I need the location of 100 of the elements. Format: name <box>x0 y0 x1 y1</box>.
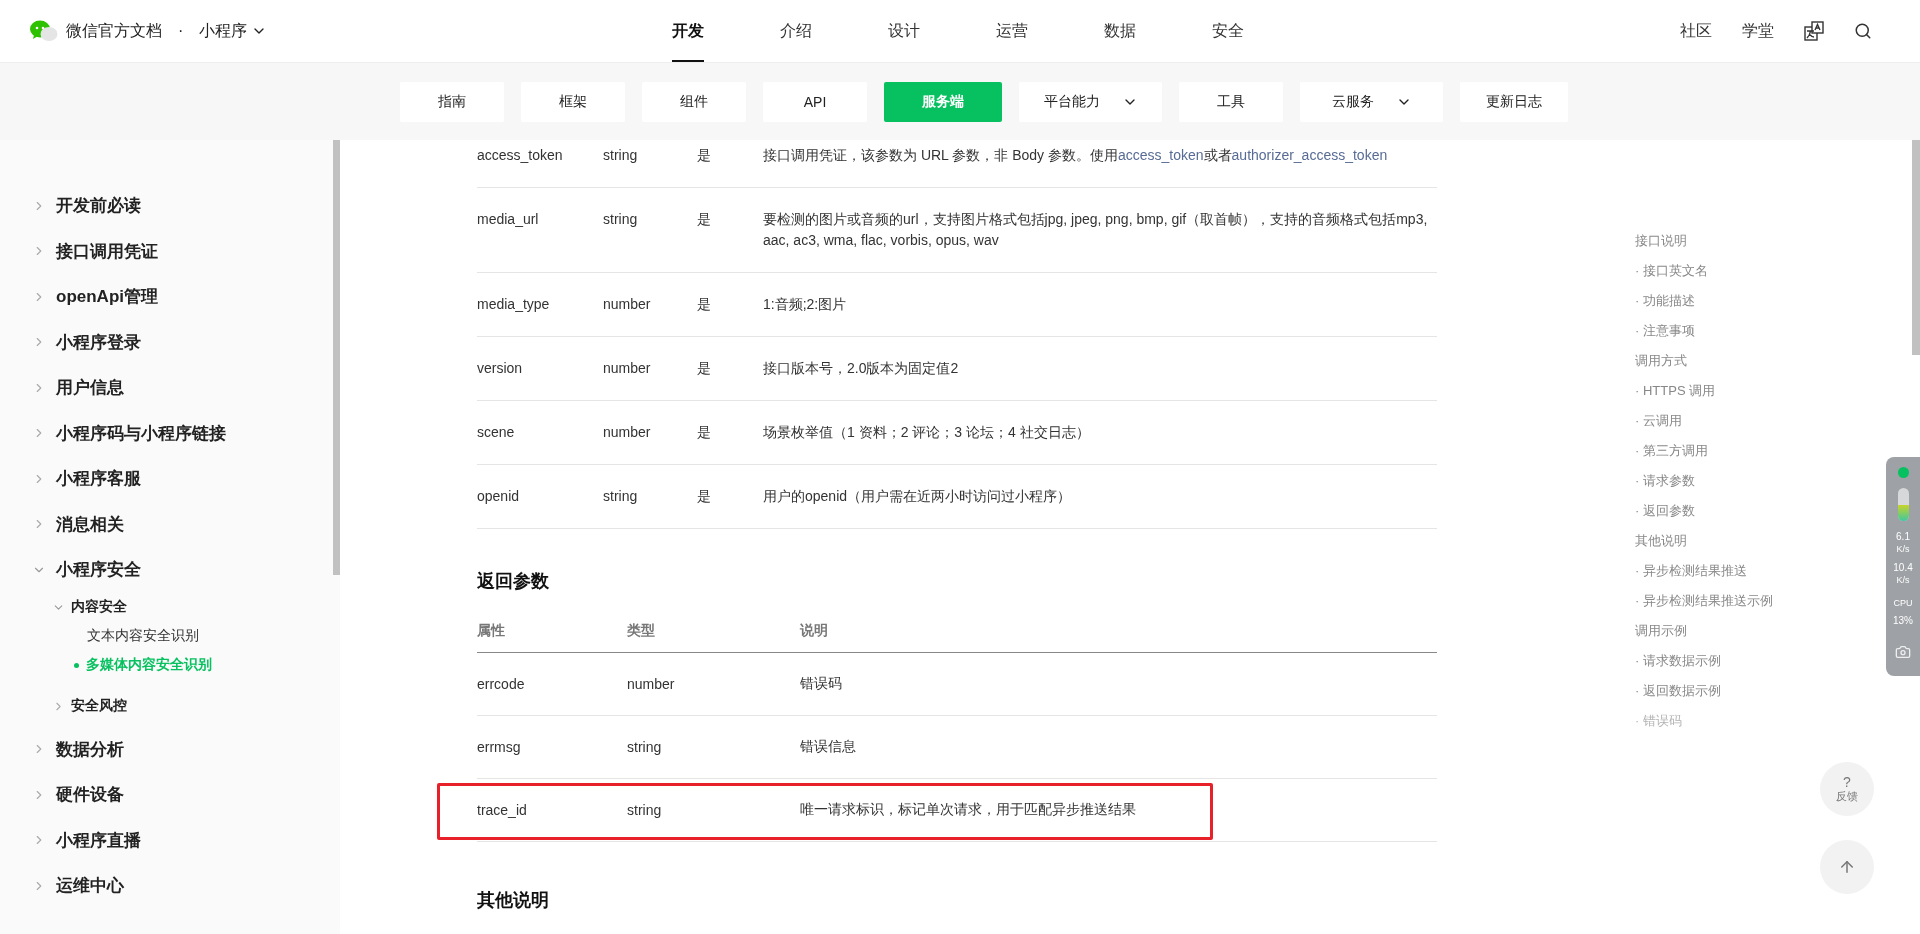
cpu-usage: 13% <box>1893 615 1913 626</box>
table-cell-text: media_type <box>477 295 551 314</box>
sidebar-item[interactable]: openApi管理 <box>0 274 333 320</box>
sidebar-item[interactable]: 接口调用凭证 <box>0 228 333 274</box>
toc-link[interactable]: · HTTPS 调用 <box>1635 376 1773 406</box>
sidebar-item[interactable]: 安全风控 <box>0 691 333 721</box>
toc-link[interactable]: 其他说明 <box>1635 526 1773 556</box>
nav-tab[interactable]: 介绍 <box>780 0 812 62</box>
cpu-label: CPU <box>1893 597 1913 609</box>
feedback-button[interactable]: ? 反馈 <box>1820 762 1874 816</box>
section-heading: 其他说明 <box>477 889 550 912</box>
table-cell-text: 错误信息 <box>800 738 857 756</box>
camera-icon[interactable] <box>1895 644 1911 660</box>
toc-link[interactable]: · 第三方调用 <box>1635 436 1773 466</box>
table-cell-text: 是 <box>697 146 712 165</box>
header-link[interactable]: 社区 <box>1680 20 1712 42</box>
nav-tab[interactable]: 运营 <box>996 0 1028 62</box>
category-tab[interactable]: 框架 <box>521 81 625 122</box>
download-speed: 10.4 <box>1893 562 1913 573</box>
sidebar-item[interactable]: 小程序客服 <box>0 456 333 502</box>
nav-tab[interactable]: 设计 <box>888 0 920 62</box>
table-cell-text: string <box>627 739 663 755</box>
category-tab[interactable]: API <box>763 81 867 122</box>
doc-link[interactable]: access_token <box>1117 147 1204 163</box>
table-cell-text: scene <box>477 423 516 442</box>
separator: · <box>178 22 184 40</box>
toc-link[interactable]: · 云调用 <box>1635 406 1773 436</box>
toc-link[interactable]: 接口说明 <box>1635 226 1773 256</box>
upload-speed: 6.1 <box>1896 531 1910 542</box>
column-header: 说明 <box>800 621 829 640</box>
table-cell-text: string <box>603 146 639 165</box>
table-cell-text: number <box>603 359 652 378</box>
table-cell-text: trace_id <box>477 802 528 818</box>
toc-link[interactable]: · 异步检测结果推送 <box>1635 556 1773 586</box>
table-cell-text: 用户的openid（用户需在近两小时访问过小程序） <box>763 487 1073 506</box>
sidebar-item[interactable]: 硬件设备 <box>0 772 333 818</box>
status-dot-icon <box>1897 467 1909 478</box>
doc-link[interactable]: authorizer_access_token <box>1231 147 1388 163</box>
search-icon <box>1854 22 1872 40</box>
sidebar-item[interactable]: 小程序直播 <box>0 817 333 863</box>
sidebar-item[interactable]: 消息相关 <box>0 501 333 547</box>
category-tab[interactable]: 平台能力 <box>1019 81 1162 122</box>
table-cell-text: access_token <box>477 146 564 165</box>
logo-icon <box>30 20 58 42</box>
sidebar-item[interactable]: 文本内容安全识别 <box>0 621 333 651</box>
table-cell-text: version <box>477 359 524 378</box>
toc-link[interactable]: · 异步检测结果推送示例 <box>1635 586 1773 616</box>
table-cell-text: openid <box>477 487 521 506</box>
toc-link[interactable]: · 返回数据示例 <box>1635 676 1773 706</box>
sidebar-item[interactable]: 开发前必读 <box>0 183 333 229</box>
toc-link[interactable]: 调用方式 <box>1635 346 1773 376</box>
site-title: 微信官方文档 <box>66 20 162 41</box>
table-cell-text: 错误码 <box>800 675 843 693</box>
toc-link[interactable]: · 请求参数 <box>1635 466 1773 496</box>
toc-link[interactable]: · 返回参数 <box>1635 496 1773 526</box>
sidebar-item[interactable]: 小程序安全 <box>0 547 333 593</box>
download-unit: K/s <box>1896 575 1910 585</box>
product-menu[interactable]: 小程序 <box>199 20 268 42</box>
scrollbar-thumb[interactable] <box>333 140 340 575</box>
table-cell-text: string <box>603 487 639 506</box>
column-header: 属性 <box>477 621 506 640</box>
table-cell-text: media_url <box>477 210 540 229</box>
scrollbar-thumb[interactable] <box>1912 140 1920 355</box>
bullet-icon <box>74 662 79 668</box>
memory-gauge <box>1897 488 1909 521</box>
table-cell-text: 要检测的图片或音频的url，支持图片格式包括jpg, jpeg, png, bmp, gif（取首帧），支持的音频格式包括mp3, aac, ac3, wma, flac, vorbis, opus, wav <box>763 210 1429 250</box>
upload-unit: K/s <box>1896 544 1910 554</box>
nav-tab[interactable]: 数据 <box>1104 0 1136 62</box>
toc-link[interactable]: · 功能描述 <box>1635 286 1773 316</box>
category-tab[interactable]: 组件 <box>642 81 746 122</box>
category-tab[interactable]: 指南 <box>400 81 504 122</box>
table-cell-text: 1:音频;2:图片 <box>763 295 848 314</box>
table-cell-text: 是 <box>697 210 712 229</box>
nav-tab[interactable]: 安全 <box>1212 0 1244 62</box>
header-link[interactable]: 学堂 <box>1742 20 1774 42</box>
sidebar-item[interactable]: 内容安全 <box>0 592 333 622</box>
table-cell-text: string <box>627 802 663 818</box>
search-button[interactable] <box>1854 22 1872 40</box>
table-cell-text: 是 <box>697 423 712 442</box>
toc-link[interactable]: · 接口英文名 <box>1635 256 1773 286</box>
category-tab[interactable]: 云服务 <box>1300 81 1443 122</box>
table-cell-text: number <box>603 295 652 314</box>
category-tab[interactable]: 更新日志 <box>1460 81 1568 122</box>
table-cell-text: 是 <box>697 487 712 506</box>
translate-icon <box>1804 21 1824 41</box>
sidebar-item[interactable]: 数据分析 <box>0 726 333 772</box>
translate-button[interactable] <box>1804 21 1824 41</box>
sidebar-item[interactable]: 小程序码与小程序链接 <box>0 410 333 456</box>
table-cell-text: 唯一请求标识，标记单次请求，用于匹配异步推送结果 <box>800 801 1137 819</box>
sidebar-item[interactable]: 运维中心 <box>0 863 333 909</box>
table-cell-text: errcode <box>477 676 526 692</box>
table-cell-text: 场景枚举值（1 资料；2 评论；3 论坛；4 社交日志） <box>763 423 1091 442</box>
toc-link[interactable]: · 请求数据示例 <box>1635 646 1773 676</box>
toc-link[interactable]: 调用示例 <box>1635 616 1773 646</box>
category-tab[interactable]: 工具 <box>1179 81 1283 122</box>
table-cell-text: number <box>603 423 652 442</box>
toc-link[interactable]: · 注意事项 <box>1635 316 1773 346</box>
sidebar-item[interactable]: 用户信息 <box>0 365 333 411</box>
table-cell-text: 是 <box>697 359 712 378</box>
sidebar-item[interactable]: 小程序登录 <box>0 319 333 365</box>
